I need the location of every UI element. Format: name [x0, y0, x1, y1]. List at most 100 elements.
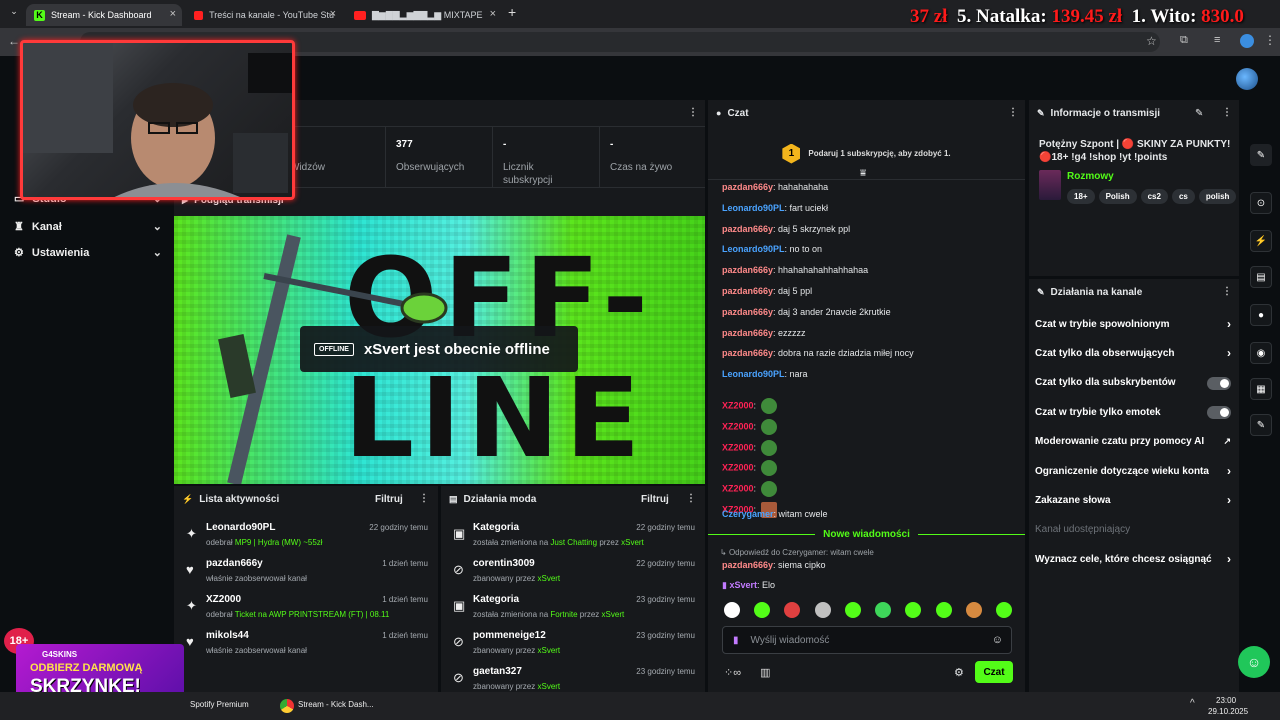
emote-icon[interactable]	[724, 602, 740, 618]
edit-layout-icon[interactable]: ✎	[1250, 144, 1272, 166]
chat-username[interactable]: XZ2000	[722, 421, 754, 431]
chat-username[interactable]: pazdan666y	[722, 307, 773, 317]
chat-username[interactable]: pazdan666y	[722, 286, 773, 296]
more-options-icon[interactable]: ⋮	[1222, 107, 1232, 118]
mod-filter-button[interactable]: Filtruj	[641, 494, 669, 505]
activity-filter-button[interactable]: Filtruj	[375, 494, 403, 505]
channel-action-row[interactable]: Czat tylko dla subskrybentów	[1035, 372, 1231, 394]
rail-broadcast-icon[interactable]: ◉	[1250, 342, 1272, 364]
activity-user[interactable]: Leonardo90PL	[206, 522, 275, 533]
close-tab-icon[interactable]: ×	[490, 8, 496, 20]
mod-action-highlight[interactable]: xSvert	[537, 646, 560, 655]
profile-icon[interactable]	[1240, 34, 1254, 48]
channel-action-row[interactable]: Zakazane słowa ›	[1035, 489, 1231, 511]
channel-action-row[interactable]: Czat tylko dla obserwujących ›	[1035, 342, 1231, 364]
support-chat-button[interactable]: ☺	[1238, 646, 1270, 678]
chat-input[interactable]: ▮ Wyślij wiadomość ☺	[722, 626, 1012, 654]
emote-icon[interactable]	[814, 602, 831, 618]
store-icon[interactable]: ▥	[760, 667, 770, 679]
close-tab-icon[interactable]: ×	[330, 8, 336, 20]
chat-username[interactable]: Czerygamer	[722, 509, 774, 519]
emote-icon[interactable]	[965, 602, 982, 618]
toggle-switch[interactable]	[1207, 406, 1231, 420]
channel-action-row[interactable]: Czat w trybie tylko emotek	[1035, 401, 1231, 423]
chat-username[interactable]: XZ2000	[722, 442, 754, 452]
stream-tag[interactable]: cs	[1171, 189, 1195, 204]
activity-user[interactable]: pazdan666y	[206, 558, 263, 569]
activity-user[interactable]: XZ2000	[206, 594, 241, 605]
activity-row[interactable]: ♥ mikols44 1 dzień temu właśnie zaobserwowa…	[182, 628, 432, 660]
mod-action-highlight[interactable]: Just Chatting	[550, 538, 597, 547]
emote-icon[interactable]	[995, 602, 1012, 618]
emote-icon[interactable]	[754, 602, 771, 618]
send-chat-button[interactable]: Czat	[975, 661, 1013, 683]
mod-action-highlight[interactable]: xSvert	[621, 538, 644, 547]
mod-action-subject[interactable]: corentin3009	[473, 558, 535, 569]
tab-kick-dashboard[interactable]: K Stream - Kick Dashboard ×	[26, 4, 182, 26]
media-controls-icon[interactable]: ≡	[1214, 34, 1220, 46]
stream-tag[interactable]: cs2	[1140, 189, 1168, 204]
stream-tag[interactable]: polish	[1198, 189, 1237, 204]
chat-username[interactable]: pazdan666y	[722, 265, 773, 275]
rail-wrench-icon[interactable]: ✎	[1250, 414, 1272, 436]
chat-username[interactable]: Leonardo90PL	[722, 244, 785, 254]
rail-lightning-icon[interactable]: ⚡	[1250, 230, 1272, 252]
channel-action-row[interactable]: Moderowanie czatu przy pomocy AI ↗	[1035, 431, 1231, 453]
mod-action-row[interactable]: ▣ Kategoria 23 godziny temu została zmienio…	[449, 592, 699, 624]
mod-action-subject[interactable]: Kategoria	[473, 594, 519, 605]
chat-username[interactable]: pazdan666y	[722, 560, 773, 570]
taskbar-stream[interactable]: Stream - Kick Dash...	[298, 700, 374, 709]
mod-action-highlight[interactable]: Fortnite	[550, 610, 577, 619]
more-options-icon[interactable]: ⋮	[1222, 286, 1232, 297]
activity-row[interactable]: ✦ XZ2000 1 dzień temu odebrał Ticket na AWP…	[182, 592, 432, 624]
chat-username[interactable]: Leonardo90PL	[722, 369, 785, 379]
chat-username[interactable]: XZ2000	[722, 463, 754, 473]
more-options-icon[interactable]: ⋮	[688, 107, 698, 118]
taskbar-spotify[interactable]: Spotify Premium	[190, 700, 249, 709]
emote-icon[interactable]	[905, 602, 922, 618]
more-options-icon[interactable]: ⋮	[419, 493, 429, 504]
mod-action-subject[interactable]: Kategoria	[473, 522, 519, 533]
rail-target-icon[interactable]: ⊙	[1250, 192, 1272, 214]
more-options-icon[interactable]: ⋮	[1008, 107, 1018, 118]
chat-settings-icon[interactable]: ⚙	[954, 666, 964, 679]
chat-username[interactable]: pazdan666y	[722, 224, 773, 234]
tab-youtube-studio[interactable]: Treści na kanale - YouTube Stu ×	[186, 4, 342, 26]
nav-item-kanal[interactable]: ♜ Kanał ⌄	[14, 220, 162, 234]
gift-sub-banner[interactable]: 1 Podaruj 1 subskrypcję, aby zdobyć 1.	[708, 128, 1025, 180]
chat-username[interactable]: Leonardo90PL	[722, 203, 785, 213]
activity-user[interactable]: mikols44	[206, 630, 249, 641]
mod-action-highlight[interactable]: xSvert	[537, 574, 560, 583]
points-icon[interactable]: ⁘∞	[724, 667, 741, 679]
tab-mixtape[interactable]: ▇▆▇▇▂▆▇▇▂▆ MIXTAPE ×	[346, 4, 502, 26]
mod-action-row[interactable]: ⊘ gaetan327 23 godziny temu zbanowany przez…	[449, 664, 699, 692]
toggle-switch[interactable]	[1207, 376, 1231, 390]
stream-tag[interactable]: Polish	[1098, 189, 1137, 204]
taskbar-tray-chevron-icon[interactable]: ^	[1190, 698, 1195, 709]
channel-action-row[interactable]: Ograniczenie dotyczące wieku konta ›	[1035, 460, 1231, 482]
mod-action-highlight[interactable]: xSvert	[537, 682, 560, 691]
activity-row[interactable]: ✦ Leonardo90PL 22 godziny temu odebrał MP9 …	[182, 520, 432, 552]
channel-action-row[interactable]: Czat w trybie spowolnionym ›	[1035, 313, 1231, 335]
taskbar-chrome-icon[interactable]	[280, 699, 294, 713]
mod-action-highlight[interactable]: xSvert	[602, 610, 625, 619]
mod-action-subject[interactable]: gaetan327	[473, 666, 522, 677]
rail-layout-icon[interactable]: ▦	[1250, 378, 1272, 400]
rail-document-icon[interactable]: ▤	[1250, 266, 1272, 288]
rail-chat-icon[interactable]: ●	[1250, 304, 1272, 326]
chat-username[interactable]: XZ2000	[722, 400, 754, 410]
browser-menu-icon[interactable]: ⋮	[1264, 33, 1276, 47]
channel-action-row[interactable]: Wyznacz cele, które chcesz osiągnąć ›	[1035, 548, 1231, 570]
emoji-icon[interactable]: ☺	[992, 634, 1003, 646]
close-tab-icon[interactable]: ×	[170, 8, 176, 20]
tab-search-button[interactable]: ⌄	[6, 6, 22, 22]
chat-username[interactable]: XZ2000	[722, 484, 754, 494]
user-avatar[interactable]	[1236, 68, 1258, 90]
emote-icon[interactable]	[784, 602, 801, 618]
mod-action-row[interactable]: ▣ Kategoria 22 godziny temu została zmienio…	[449, 520, 699, 552]
chat-username[interactable]: pazdan666y	[722, 328, 773, 338]
chat-username[interactable]: pazdan666y	[722, 182, 773, 192]
mod-action-row[interactable]: ⊘ pommeneige12 23 godziny temu zbanowany pr…	[449, 628, 699, 660]
bookmark-star-icon[interactable]: ☆	[1146, 34, 1157, 48]
back-icon[interactable]: ←	[8, 34, 20, 48]
